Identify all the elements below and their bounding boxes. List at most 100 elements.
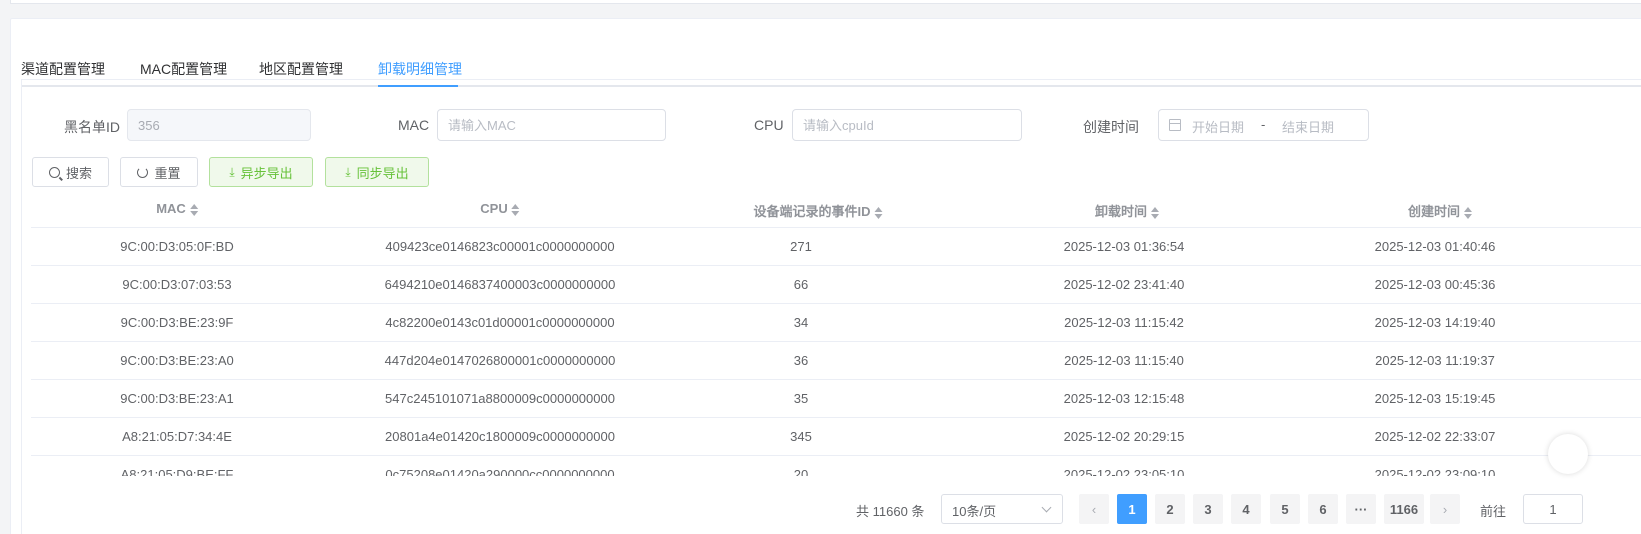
mac-label: MAC — [398, 117, 430, 133]
table-row[interactable]: 9C:00:D3:BE:23:9F 4c82200e0143c01d00001c… — [31, 304, 1641, 342]
page-ellipsis-button[interactable]: ··· — [1346, 494, 1376, 524]
filter-table-panel: 黑名单ID MAC CPU 创建时间 开始日期 - 结束日期 搜索 重置 ⤓ 异… — [21, 79, 1641, 534]
chevron-down-icon — [1041, 502, 1052, 513]
sync-export-button[interactable]: ⤓ 同步导出 — [325, 157, 429, 187]
cell-cpu: 6494210e0146837400003c0000000000 — [384, 277, 616, 292]
page-size-select[interactable]: 10条/页 — [941, 494, 1063, 524]
search-icon — [48, 166, 60, 178]
reset-button[interactable]: 重置 — [120, 157, 198, 187]
sort-icon[interactable] — [189, 203, 198, 216]
cell-event-id: 66 — [793, 277, 809, 292]
cell-uninstall-time: 2025-12-02 20:29:15 — [1063, 429, 1185, 444]
table-row[interactable]: 9C:00:D3:07:03:53 6494210e0146837400003c… — [31, 266, 1641, 304]
page-button-last[interactable]: 1166 — [1384, 494, 1424, 524]
cell-mac: 9C:00:D3:BE:23:A0 — [120, 353, 234, 368]
cell-uninstall-time: 2025-12-03 11:15:40 — [1064, 353, 1184, 368]
page-size-value: 10条/页 — [952, 504, 997, 519]
page-button-4[interactable]: 4 — [1231, 494, 1261, 524]
cpu-label: CPU — [754, 117, 784, 133]
page-button-2[interactable]: 2 — [1155, 494, 1185, 524]
tab-uninstall-details[interactable]: 卸载明细管理 — [378, 59, 462, 79]
jump-to-page-input[interactable] — [1523, 494, 1583, 524]
created-time-label: 创建时间 — [1083, 119, 1139, 135]
table-row[interactable]: 9C:00:D3:BE:23:A0 447d204e0147026800001c… — [31, 342, 1641, 380]
start-date-input[interactable]: 开始日期 — [1192, 117, 1244, 136]
async-export-button[interactable]: ⤓ 异步导出 — [209, 157, 313, 187]
cell-event-id: 36 — [793, 353, 809, 368]
cell-created-time: 2025-12-03 01:40:46 — [1374, 239, 1496, 254]
main-card: 渠道配置管理 MAC配置管理 地区配置管理 卸载明细管理 黑名单ID MAC C… — [10, 18, 1641, 534]
sort-icon[interactable] — [874, 206, 883, 219]
table-row[interactable]: A8:21:05:D7:34:4E 20801a4e01420c1800009c… — [31, 418, 1641, 456]
cell-mac: 9C:00:D3:05:0F:BD — [120, 239, 234, 254]
pagination: 共 11660 条 10条/页 ‹ 1 2 3 4 5 6 ··· 1166 ›… — [22, 494, 1641, 524]
page-button-5[interactable]: 5 — [1270, 494, 1300, 524]
sort-icon[interactable] — [1151, 206, 1160, 219]
table-header: MAC CPU 设备端记录的事件ID 卸载时间 创建时间 — [31, 190, 1641, 228]
blacklist-id-input — [127, 109, 311, 141]
cell-cpu: 4c82200e0143c01d00001c0000000000 — [385, 315, 615, 330]
cell-cpu: 0c75208e01420a290000cc0000000000 — [385, 467, 615, 476]
top-panel-edge — [10, 0, 1641, 4]
cell-cpu: 547c245101071a8800009c0000000000 — [385, 391, 615, 406]
refresh-icon — [137, 166, 149, 178]
cell-uninstall-time: 2025-12-03 12:15:48 — [1063, 391, 1185, 406]
column-header-created-time[interactable]: 创建时间 — [1408, 201, 1473, 220]
sort-icon[interactable] — [511, 203, 520, 216]
cell-mac: 9C:00:D3:BE:23:A1 — [120, 391, 234, 406]
table-row[interactable]: 9C:00:D3:BE:23:A1 547c245101071a8800009c… — [31, 380, 1641, 418]
date-range-separator: - — [1261, 117, 1266, 132]
cell-cpu: 447d204e0147026800001c0000000000 — [384, 353, 616, 368]
cell-uninstall-time: 2025-12-02 23:05:10 — [1063, 467, 1185, 476]
cell-cpu: 409423ce0146823c00001c0000000000 — [385, 239, 615, 254]
search-button-label: 搜索 — [65, 165, 92, 181]
prev-page-button[interactable]: ‹ — [1079, 494, 1109, 524]
column-header-uninstall-time[interactable]: 卸载时间 — [1095, 201, 1160, 220]
floating-action-button[interactable] — [1548, 434, 1588, 474]
tab-channel-config[interactable]: 渠道配置管理 — [21, 59, 105, 79]
cell-mac: 9C:00:D3:BE:23:9F — [120, 315, 234, 330]
page-button-3[interactable]: 3 — [1193, 494, 1223, 524]
cpu-input[interactable] — [792, 109, 1022, 141]
cell-uninstall-time: 2025-12-03 01:36:54 — [1063, 239, 1185, 254]
created-date-range[interactable]: 开始日期 - 结束日期 — [1158, 109, 1369, 141]
cell-created-time: 2025-12-03 00:45:36 — [1374, 277, 1496, 292]
cell-created-time: 2025-12-02 22:33:07 — [1374, 429, 1496, 444]
cell-created-time: 2025-12-02 23:09:10 — [1374, 467, 1496, 476]
async-export-label: 异步导出 — [240, 165, 293, 181]
blacklist-id-label: 黑名单ID — [64, 119, 120, 135]
cell-event-id: 34 — [793, 315, 809, 330]
cell-created-time: 2025-12-03 14:19:40 — [1374, 315, 1496, 330]
mac-input[interactable] — [437, 109, 666, 141]
column-header-mac[interactable]: MAC — [156, 201, 198, 216]
cell-mac: A8:21:05:D7:34:4E — [122, 429, 232, 444]
total-count: 共 11660 条 — [856, 504, 925, 519]
tab-region-config[interactable]: 地区配置管理 — [259, 59, 343, 79]
next-page-button[interactable]: › — [1430, 494, 1460, 524]
cell-created-time: 2025-12-03 15:19:45 — [1374, 391, 1496, 406]
column-header-event-id[interactable]: 设备端记录的事件ID — [753, 201, 883, 220]
page-button-1[interactable]: 1 — [1117, 494, 1147, 524]
end-date-input[interactable]: 结束日期 — [1282, 117, 1334, 136]
search-button[interactable]: 搜索 — [32, 157, 109, 187]
cell-uninstall-time: 2025-12-02 23:41:40 — [1063, 277, 1185, 292]
calendar-icon — [1169, 119, 1181, 131]
cell-event-id: 345 — [790, 429, 812, 444]
jump-to-label: 前往 — [1480, 504, 1507, 519]
sync-export-label: 同步导出 — [356, 165, 409, 181]
table-row[interactable]: A8:21:05:D9:BE:FF 0c75208e01420a290000cc… — [31, 456, 1641, 476]
cell-event-id: 271 — [790, 239, 812, 254]
column-header-cpu[interactable]: CPU — [480, 201, 520, 216]
table-row[interactable]: 9C:00:D3:05:0F:BD 409423ce0146823c00001c… — [31, 228, 1641, 266]
reset-button-label: 重置 — [154, 165, 181, 181]
sort-icon[interactable] — [1464, 206, 1473, 219]
download-icon: ⤓ — [345, 165, 351, 179]
cell-cpu: 20801a4e01420c1800009c0000000000 — [385, 429, 615, 444]
cell-mac: 9C:00:D3:07:03:53 — [122, 277, 232, 292]
cell-created-time: 2025-12-03 11:19:37 — [1375, 353, 1495, 368]
download-icon: ⤓ — [229, 165, 235, 179]
cell-event-id: 35 — [793, 391, 809, 406]
table-body: 9C:00:D3:05:0F:BD 409423ce0146823c00001c… — [31, 228, 1641, 476]
tab-mac-config[interactable]: MAC配置管理 — [140, 59, 227, 79]
page-button-6[interactable]: 6 — [1308, 494, 1338, 524]
